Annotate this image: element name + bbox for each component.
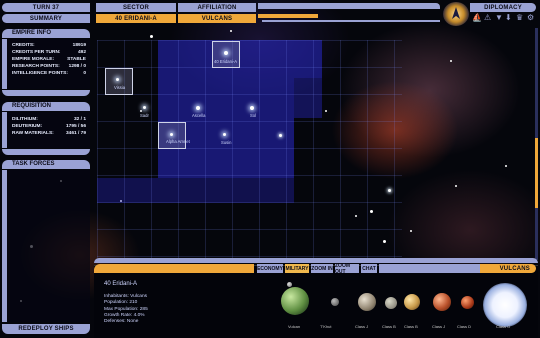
star-icon xyxy=(116,78,119,81)
settings-icon[interactable]: ⚙ xyxy=(527,13,534,22)
star-icon[interactable] xyxy=(279,134,282,137)
planet-icon[interactable] xyxy=(461,296,474,309)
tab-zoom-out[interactable]: ZOOM OUT xyxy=(335,263,359,275)
empire-info-row: EMPIRE MORALE: STABLE xyxy=(12,57,86,62)
map-scrollbar[interactable] xyxy=(535,28,538,260)
bg-star xyxy=(450,60,452,62)
tab-military[interactable]: MILITARY xyxy=(285,264,309,273)
star-icon xyxy=(250,106,254,110)
empire-info-row: INTELLIGENCE POINTS: 0 xyxy=(12,71,86,76)
planet-label: Class D xyxy=(457,324,472,329)
task-forces-panel[interactable] xyxy=(2,170,90,322)
planet-icon[interactable] xyxy=(331,298,339,306)
requisition-row: DEUTERIUM: 1795 / 56 xyxy=(12,124,86,129)
planet-label: T'Khut xyxy=(320,324,332,329)
bg-star xyxy=(455,185,457,187)
planet-icon[interactable] xyxy=(358,293,376,311)
planet-label: Class J xyxy=(432,324,446,329)
star-icon xyxy=(196,106,200,110)
system-info-line: Growth Rate: 4.0% xyxy=(104,313,145,318)
bookmark-icon[interactable]: ▼ xyxy=(495,13,503,22)
empire-info-footer xyxy=(2,90,90,96)
planet-label: Class J xyxy=(355,324,369,329)
planet-icon[interactable] xyxy=(433,293,451,311)
star-icon xyxy=(224,51,228,55)
diplomacy-button[interactable]: DIPLOMACY xyxy=(470,3,536,12)
tab-economy[interactable]: ECONOMY xyxy=(257,264,283,273)
planet-icon[interactable] xyxy=(404,294,420,310)
system-label: Susin xyxy=(221,140,232,145)
task-forces-header: TASK FORCES xyxy=(2,160,90,169)
requisition-row: RAW MATERIALS: 3461 / 79 xyxy=(12,131,86,136)
empire-info-row: CREDITS PER TURN: 492 xyxy=(12,50,86,55)
system-name: 40 Eridani-A xyxy=(104,281,138,287)
system-label: 40 Eridani-A xyxy=(214,59,238,64)
bg-star xyxy=(505,165,507,167)
system-label: Sol xyxy=(250,113,257,118)
sector-label: SECTOR xyxy=(96,3,176,12)
bg-star xyxy=(230,30,232,32)
requisition-header: REQUISITION xyxy=(2,102,90,111)
system-info-line: Defenses: None xyxy=(104,319,139,324)
turn-indicator: TURN 37 xyxy=(2,3,90,12)
empire-info-row: RESEARCH POINTS: 1298 / 0 xyxy=(12,64,86,69)
sector-grid xyxy=(97,40,402,258)
top-bar-fill xyxy=(258,3,440,9)
summary-button[interactable]: SUMMARY xyxy=(2,14,90,23)
empire-info-row: CREDITS: 18919 xyxy=(12,43,86,48)
sector-value[interactable]: 40 ERIDANI-A xyxy=(96,14,176,23)
system-info-line: Inhabitants: Vulcans xyxy=(104,294,148,299)
affiliation-label: AFFILIATION xyxy=(178,3,256,12)
star-icon[interactable] xyxy=(388,189,391,192)
star-icon xyxy=(170,133,173,136)
star-icon xyxy=(223,133,226,136)
sector-highlight[interactable] xyxy=(105,68,133,95)
alert-icon[interactable]: ⚠ xyxy=(484,13,491,22)
planet-label: Class B xyxy=(404,324,418,329)
planet-label: Class O xyxy=(496,324,511,329)
planet-icon[interactable] xyxy=(385,297,397,309)
tab-chat[interactable]: CHAT xyxy=(361,264,377,273)
map-scroll-thumb[interactable] xyxy=(535,138,538,208)
system-label: Vissia xyxy=(114,85,126,90)
trophy-icon[interactable]: ♛ xyxy=(516,13,523,22)
system-label: Ascella xyxy=(192,113,206,118)
empire-info-panel: CREDITS: 18919 CREDITS PER TURN: 492 EMPIR… xyxy=(2,39,90,89)
requisition-footer xyxy=(2,149,90,155)
affiliation-value[interactable]: VULCANS xyxy=(178,14,256,23)
ship-icon[interactable]: ⛵ xyxy=(472,13,482,22)
redeploy-ships-button[interactable]: REDEPLOY SHIPS xyxy=(2,324,90,334)
system-info-line: Population: 210 xyxy=(104,300,138,305)
planet-label: Vulcan xyxy=(288,324,301,329)
planet-vulcan-icon[interactable] xyxy=(281,287,309,315)
bg-star xyxy=(410,230,412,232)
star-icon xyxy=(143,106,146,109)
requisition-panel: DILITHIUM: 32 / 1 DEUTERIUM: 1795 / 56 RAW… xyxy=(2,112,90,148)
system-label: Alpha Amnet xyxy=(166,139,190,144)
bottom-panel-accent xyxy=(94,264,254,273)
sun-icon[interactable] xyxy=(483,283,527,327)
requisition-row: DILITHIUM: 32 / 1 xyxy=(12,117,86,122)
system-info-line: Max Population: 285 xyxy=(104,307,148,312)
bottom-panel-frame xyxy=(94,258,538,263)
faction-label: VULCANS xyxy=(480,264,536,273)
top-bar-accent xyxy=(258,14,318,18)
system-label: Sadr xyxy=(140,113,149,118)
bg-star xyxy=(150,35,153,38)
tab-zoom-in[interactable]: ZOOM IN xyxy=(311,264,333,273)
moon-icon[interactable] xyxy=(287,282,292,287)
down-arrow-icon[interactable]: ⬇ xyxy=(505,13,512,22)
federation-emblem-icon[interactable] xyxy=(443,2,469,26)
planet-label: Class B xyxy=(382,324,396,329)
top-bar-line xyxy=(262,20,440,22)
empire-info-header: EMPIRE INFO xyxy=(2,29,90,38)
